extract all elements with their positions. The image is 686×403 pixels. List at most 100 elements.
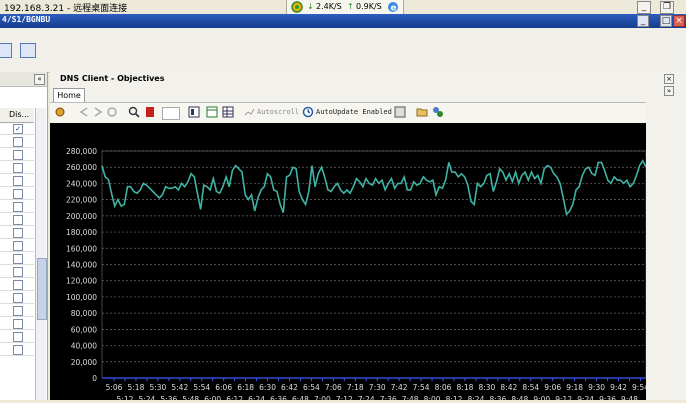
back-icon[interactable]	[78, 106, 90, 118]
table-row	[0, 355, 34, 356]
x-tick-label: 6:30	[259, 383, 276, 392]
chart-area: 0 20,000 40,000 60,000 80,000 100,000 120,000 1…	[50, 123, 649, 403]
x-tick-label: 6:42	[281, 383, 298, 392]
network-speed-widget: ↓ 2.4K/S ↑ 0.9K/S e	[286, 0, 404, 15]
upload-speed: 0.9K/S	[356, 2, 382, 11]
row-checkbox[interactable]	[13, 163, 23, 173]
zoom-dropdown[interactable]	[162, 107, 180, 120]
ie-icon[interactable]: e	[387, 1, 399, 13]
folder-icon[interactable]	[416, 106, 428, 118]
download-speed: 2.4K/S	[316, 2, 342, 11]
table-row	[0, 173, 34, 174]
x-tick-label-secondary: 6:12	[226, 395, 243, 400]
scroll-thumb[interactable]	[37, 258, 47, 320]
x-tick-label-secondary: 9:00	[533, 395, 550, 400]
y-tick-label: 160,000	[66, 244, 97, 253]
main-toolbar	[0, 28, 686, 73]
row-checkbox[interactable]	[13, 202, 23, 212]
minimize-button[interactable]: _	[637, 1, 651, 14]
row-checkbox[interactable]	[13, 228, 23, 238]
x-tick-label-secondary: 6:36	[270, 395, 287, 400]
side-close-button[interactable]: ×	[664, 74, 674, 84]
x-tick-label: 8:30	[478, 383, 495, 392]
x-tick-label: 9:06	[544, 383, 561, 392]
x-tick-label: 6:06	[215, 383, 232, 392]
x-tick-label: 7:54	[413, 383, 430, 392]
row-checkbox[interactable]	[13, 345, 23, 355]
table-icon[interactable]	[222, 106, 234, 118]
x-tick-label: 5:30	[149, 383, 166, 392]
autoupdate-icon[interactable]	[302, 106, 314, 118]
x-tick-label: 9:42	[610, 383, 627, 392]
autoscroll-icon[interactable]	[243, 106, 255, 118]
x-tick-label-secondary: 7:24	[358, 395, 375, 400]
table-row	[0, 225, 34, 226]
table-row	[0, 290, 34, 291]
vertical-scrollbar[interactable]	[35, 108, 47, 400]
x-tick-label-secondary: 8:12	[446, 395, 463, 400]
table-row	[0, 199, 34, 200]
x-tick-label-secondary: 7:00	[314, 395, 331, 400]
row-checkbox[interactable]	[13, 319, 23, 329]
export-icon[interactable]	[394, 106, 406, 118]
row-checkbox[interactable]	[13, 293, 23, 303]
table-row	[0, 329, 34, 330]
x-tick-label-secondary: 5:12	[117, 395, 134, 400]
row-checkbox[interactable]	[13, 150, 23, 160]
refresh-icon[interactable]	[106, 106, 118, 118]
app-minimize-button[interactable]: _	[637, 15, 649, 27]
graph-icon[interactable]	[206, 106, 218, 118]
column-header[interactable]: Dis...	[0, 108, 34, 123]
x-tick-label: 6:18	[237, 383, 254, 392]
app-close-button[interactable]: ×	[673, 15, 685, 27]
y-tick-label: 60,000	[71, 325, 97, 334]
x-tick-label-secondary: 8:00	[424, 395, 441, 400]
x-tick-label: 9:30	[588, 383, 605, 392]
restore-button[interactable]: ❐	[660, 1, 674, 14]
row-checkbox[interactable]	[13, 241, 23, 251]
table-row	[0, 134, 34, 135]
options-icon[interactable]	[432, 106, 444, 118]
row-checkbox[interactable]	[13, 137, 23, 147]
row-checkbox[interactable]	[13, 267, 23, 277]
y-tick-label: 220,000	[66, 196, 97, 205]
layout-button-2[interactable]	[20, 43, 36, 58]
table-row	[0, 147, 34, 148]
autoupdate-label[interactable]: AutoUpdate Enabled	[316, 106, 392, 119]
table-row	[0, 238, 34, 239]
columns-icon[interactable]	[188, 106, 200, 118]
x-tick-label-secondary: 8:24	[468, 395, 485, 400]
table-row	[0, 160, 34, 161]
y-tick-label: 100,000	[66, 293, 97, 302]
row-checkbox[interactable]	[13, 306, 23, 316]
row-checkbox[interactable]	[13, 176, 23, 186]
row-checkbox[interactable]	[13, 280, 23, 290]
row-checkbox[interactable]	[13, 332, 23, 342]
x-tick-label: 7:42	[391, 383, 408, 392]
tab-home[interactable]: Home	[53, 88, 85, 103]
rdp-title: 192.168.3.21 - 远程桌面连接	[4, 4, 128, 14]
row-checkbox[interactable]	[13, 254, 23, 264]
row-checkbox[interactable]	[13, 215, 23, 225]
settings-icon[interactable]	[54, 106, 66, 118]
forward-icon[interactable]	[92, 106, 104, 118]
y-tick-label: 180,000	[66, 228, 97, 237]
app-maximize-button[interactable]: □	[660, 15, 672, 27]
row-checkbox[interactable]	[13, 189, 23, 199]
pane-title: DNS Client - Objectives	[60, 74, 165, 83]
side-collapse-button[interactable]: »	[664, 86, 674, 96]
y-tick-label: 240,000	[66, 179, 97, 188]
autoscroll-label[interactable]: Autoscroll	[257, 106, 299, 119]
panel-collapse-button[interactable]: «	[34, 74, 45, 85]
svg-text:e: e	[391, 4, 397, 14]
x-tick-label-secondary: 5:24	[138, 395, 155, 400]
x-tick-label-secondary: 8:36	[489, 395, 506, 400]
layout-button-1[interactable]	[0, 43, 12, 58]
app-title-bar: 4/S1/BGNBU _ □ ×	[0, 14, 686, 28]
row-checkbox[interactable]: ✓	[13, 124, 23, 134]
x-tick-label-secondary: 9:12	[555, 395, 572, 400]
search-icon[interactable]	[128, 106, 140, 118]
stop-icon[interactable]	[144, 106, 156, 118]
x-tick-label: 8:42	[500, 383, 517, 392]
x-tick-label: 7:30	[369, 383, 386, 392]
